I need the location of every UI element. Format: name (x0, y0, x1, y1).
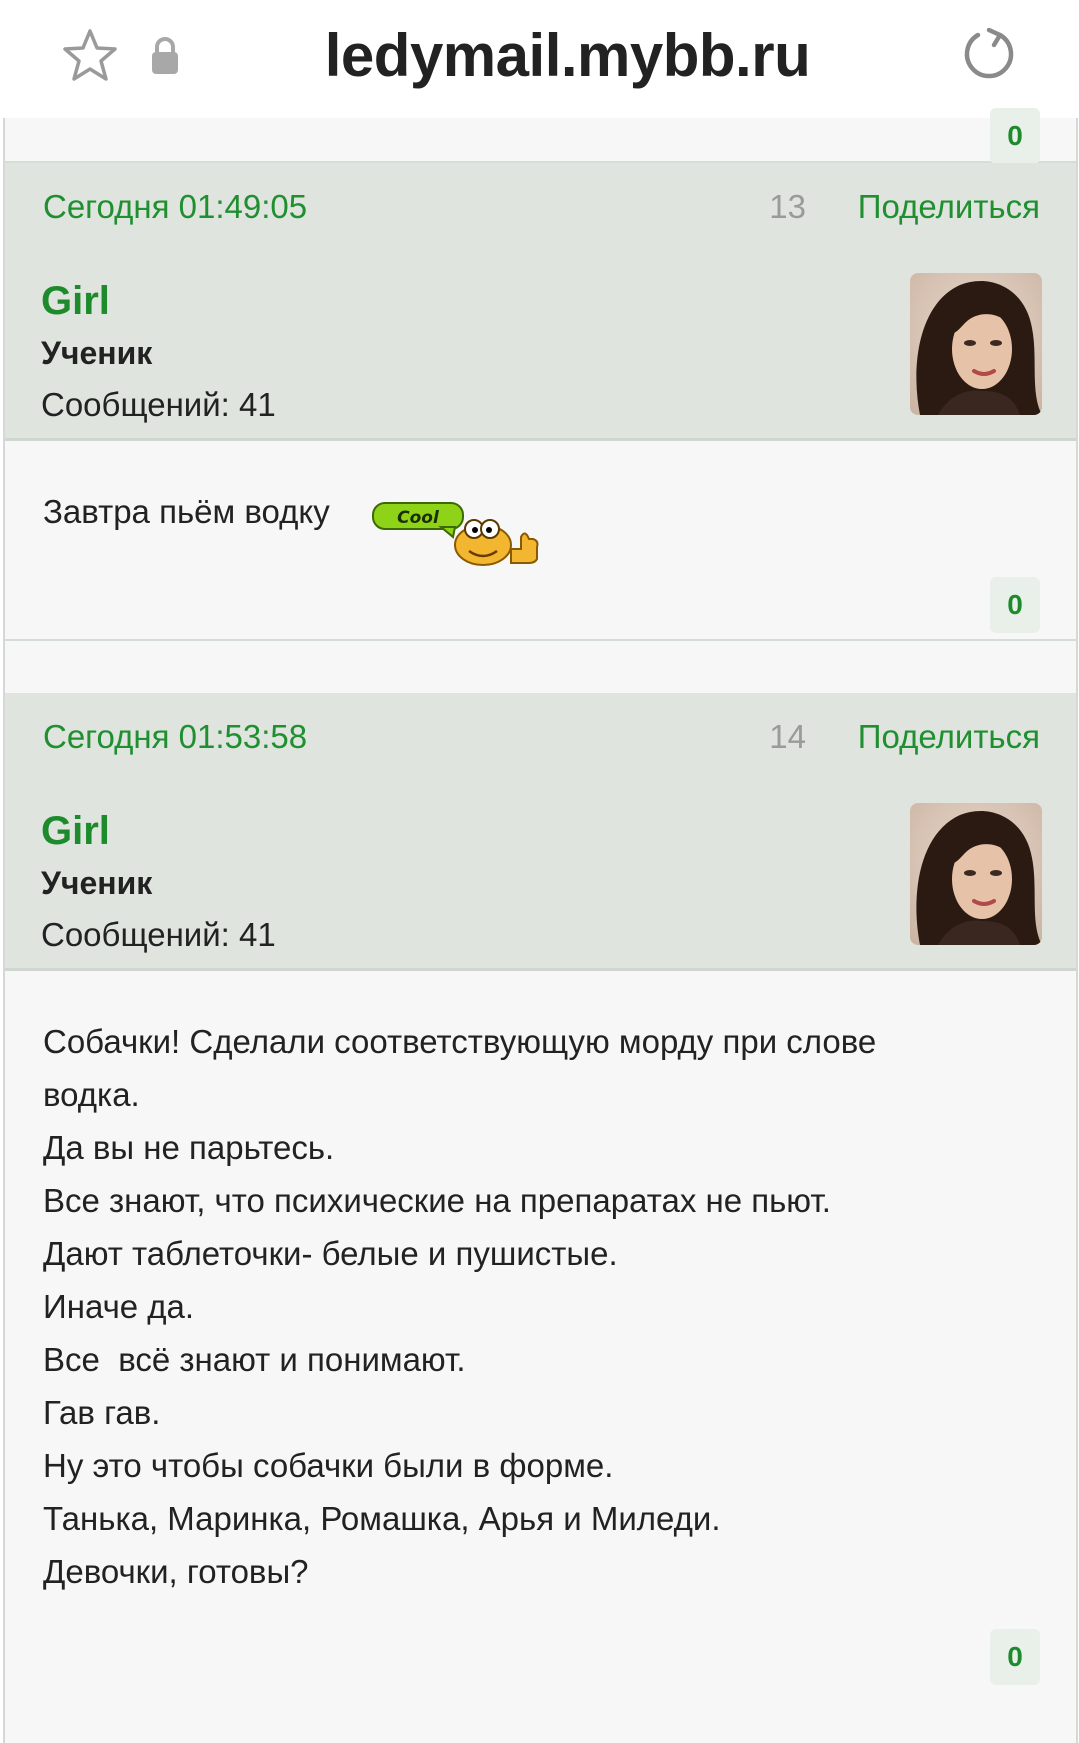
post-text-line: Да вы не парьтесь. (43, 1129, 335, 1166)
browser-toolbar: ledymail.mybb.ru (0, 0, 1079, 118)
post-text-line: Иначе да. (43, 1288, 195, 1325)
forum-page: 0 Сегодня 01:49:05 13 Поделиться Girl Уч… (0, 108, 1079, 1743)
reload-icon[interactable] (960, 26, 1018, 84)
post-header: Сегодня 01:53:58 14 Поделиться Girl Учен… (5, 693, 1076, 971)
author-rank: Ученик (41, 865, 153, 901)
post-text-line: Все знают, что психические на препаратах… (43, 1182, 831, 1219)
post-text-line: Девочки, готовы? (43, 1553, 309, 1590)
post-date[interactable]: Сегодня 01:53:58 (43, 717, 307, 757)
address-bar-url[interactable]: ledymail.mybb.ru (200, 18, 935, 94)
avatar[interactable] (910, 803, 1042, 945)
post-body: Завтра пьём водку Cool 0 (5, 441, 1076, 641)
cool-smiley-icon: Cool (372, 502, 539, 566)
lock-icon (152, 37, 178, 74)
post-text-line: Гав гав. (43, 1394, 161, 1431)
post-text-line: водка. (43, 1076, 140, 1113)
author-name[interactable]: Girl (41, 277, 110, 325)
post-number: 13 (769, 188, 806, 225)
avatar[interactable] (910, 273, 1042, 415)
previous-post-tail: 0 (5, 108, 1076, 164)
post-header: Сегодня 01:49:05 13 Поделиться Girl Учен… (5, 163, 1076, 441)
post-body: Собачки! Сделали соответствующую морду п… (5, 971, 1076, 1743)
post-text-line: Ну это чтобы собачки были в форме. (43, 1447, 614, 1484)
smiley-caption: Cool (397, 508, 440, 528)
post-date[interactable]: Сегодня 01:49:05 (43, 187, 307, 227)
author-rank: Ученик (41, 335, 153, 371)
post-text-line: Дают таблеточки- белые и пушистые. (43, 1235, 618, 1272)
like-badge[interactable]: 0 (990, 1629, 1040, 1685)
star-icon[interactable] (60, 26, 120, 86)
post-text: Собачки! Сделали соответствующую морду п… (43, 1015, 1016, 1598)
share-link[interactable]: Поделиться (858, 717, 1040, 757)
author-post-count: Сообщений: 41 (41, 386, 276, 423)
posts-column: 0 Сегодня 01:49:05 13 Поделиться Girl Уч… (3, 108, 1078, 1743)
author-post-count: Сообщений: 41 (41, 916, 276, 953)
post-text-line: Все всё знают и понимают. (43, 1341, 466, 1378)
author-name[interactable]: Girl (41, 807, 110, 855)
like-badge[interactable]: 0 (990, 108, 1040, 164)
share-link[interactable]: Поделиться (858, 187, 1040, 227)
post-text-line: Танька, Маринка, Ромашка, Арья и Миледи. (43, 1500, 721, 1537)
like-badge[interactable]: 0 (990, 577, 1040, 633)
post-number: 14 (769, 718, 806, 755)
post-text-line: Собачки! Сделали соответствующую морду п… (43, 1023, 877, 1060)
